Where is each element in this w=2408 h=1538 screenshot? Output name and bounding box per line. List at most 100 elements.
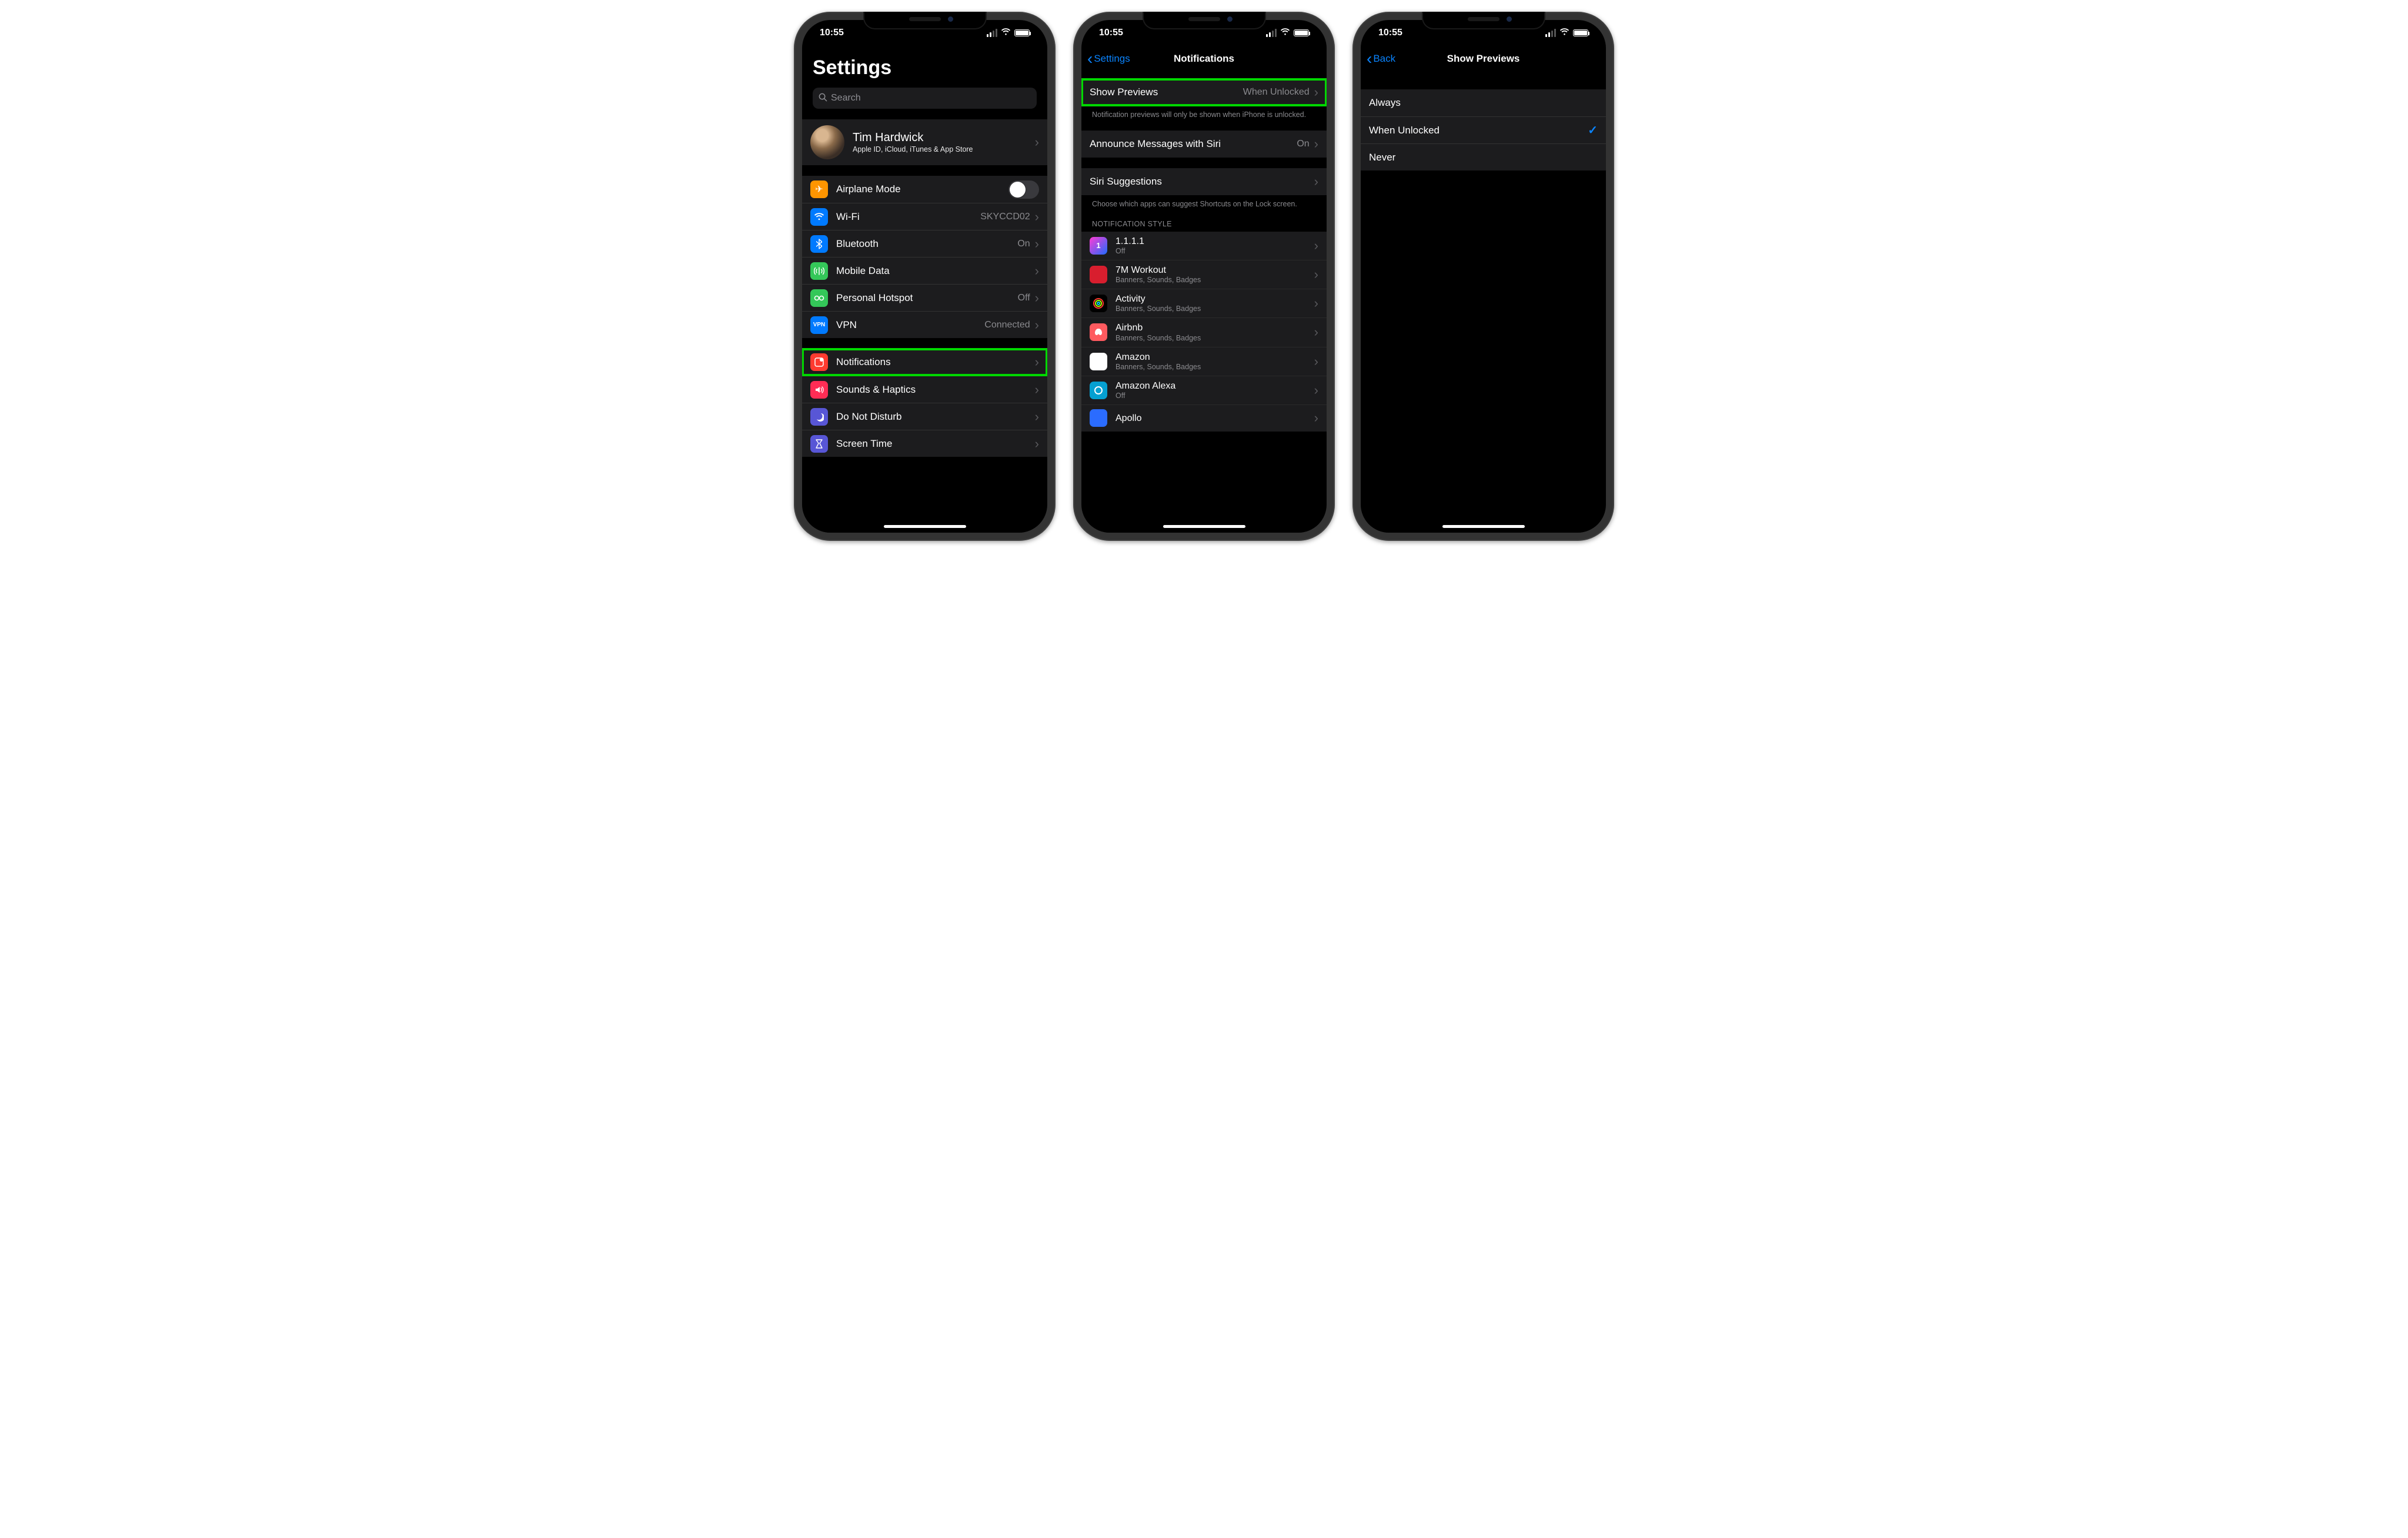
phone-frame-2: 10:55 ‹ Settings Notifications Show Prev… bbox=[1073, 12, 1335, 541]
hotspot-icon bbox=[810, 289, 828, 307]
app-row[interactable]: AmazonBanners, Sounds, Badges› bbox=[1081, 347, 1327, 376]
option-row[interactable]: Never bbox=[1361, 143, 1606, 170]
siri-footer: Choose which apps can suggest Shortcuts … bbox=[1081, 195, 1327, 209]
row-label: Notifications bbox=[836, 356, 1030, 368]
group-notifications: Notifications › Sounds & Haptics › Do No… bbox=[802, 349, 1047, 457]
content[interactable]: Show Previews When Unlocked › Notificati… bbox=[1081, 72, 1327, 533]
option-label: When Unlocked bbox=[1369, 125, 1588, 136]
avatar bbox=[810, 125, 844, 159]
app-icon bbox=[1090, 323, 1107, 341]
back-button[interactable]: ‹ Settings bbox=[1087, 46, 1130, 72]
app-row[interactable]: Amazon AlexaOff› bbox=[1081, 376, 1327, 404]
group-previews: Show Previews When Unlocked › bbox=[1081, 79, 1327, 106]
row-siri-suggestions[interactable]: Siri Suggestions › bbox=[1081, 168, 1327, 195]
chevron-right-icon: › bbox=[1035, 210, 1039, 223]
notch bbox=[863, 12, 987, 29]
phone-frame-3: 10:55 ‹ Back Show Previews Always When Un… bbox=[1352, 12, 1614, 541]
nav-title: Notifications bbox=[1174, 53, 1234, 65]
row-label: VPN bbox=[836, 319, 984, 331]
phone-frame-1: 10:55 Settings Search bbox=[794, 12, 1056, 541]
option-row[interactable]: Always bbox=[1361, 89, 1606, 116]
screen-show-previews: 10:55 ‹ Back Show Previews Always When Un… bbox=[1361, 20, 1606, 533]
row-airplane[interactable]: ✈︎ Airplane Mode bbox=[802, 176, 1047, 203]
app-name: Amazon bbox=[1116, 352, 1310, 363]
back-label: Settings bbox=[1094, 53, 1130, 65]
status-time: 10:55 bbox=[1099, 28, 1123, 38]
chevron-right-icon: › bbox=[1035, 238, 1039, 250]
row-label: Airplane Mode bbox=[836, 183, 1008, 195]
row-label: Mobile Data bbox=[836, 265, 1030, 277]
back-label: Back bbox=[1373, 53, 1395, 65]
signal-icon bbox=[1266, 29, 1277, 37]
bluetooth-icon bbox=[810, 235, 828, 253]
screentime-icon bbox=[810, 435, 828, 453]
search-icon bbox=[819, 93, 827, 104]
row-screentime[interactable]: Screen Time › bbox=[802, 430, 1047, 457]
wifi-icon bbox=[1280, 28, 1290, 38]
content[interactable]: Settings Search Tim Hardwick Apple ID, i… bbox=[802, 46, 1047, 533]
airplane-icon: ✈︎ bbox=[810, 180, 828, 198]
row-show-previews[interactable]: Show Previews When Unlocked › bbox=[1081, 79, 1327, 106]
status-time: 10:55 bbox=[820, 28, 844, 38]
row-label: Sounds & Haptics bbox=[836, 384, 1030, 396]
app-row[interactable]: ActivityBanners, Sounds, Badges› bbox=[1081, 289, 1327, 317]
row-hotspot[interactable]: Personal Hotspot Off › bbox=[802, 284, 1047, 311]
profile-row[interactable]: Tim Hardwick Apple ID, iCloud, iTunes & … bbox=[802, 119, 1047, 165]
row-sounds[interactable]: Sounds & Haptics › bbox=[802, 376, 1047, 403]
status-time: 10:55 bbox=[1378, 28, 1402, 38]
content[interactable]: Always When Unlocked✓Never bbox=[1361, 72, 1606, 533]
app-icon bbox=[1090, 353, 1107, 370]
chevron-right-icon: › bbox=[1314, 239, 1318, 252]
app-name: Activity bbox=[1116, 293, 1310, 305]
app-row[interactable]: Apollo› bbox=[1081, 404, 1327, 432]
screen-settings: 10:55 Settings Search bbox=[802, 20, 1047, 533]
nav-bar: ‹ Settings Notifications bbox=[1081, 46, 1327, 72]
row-label: Bluetooth bbox=[836, 238, 1017, 250]
row-notifications[interactable]: Notifications › bbox=[802, 349, 1047, 376]
app-name: Apollo bbox=[1116, 413, 1310, 424]
option-row[interactable]: When Unlocked✓ bbox=[1361, 116, 1606, 143]
row-value: Connected bbox=[984, 320, 1030, 330]
chevron-right-icon: › bbox=[1314, 138, 1318, 151]
back-button[interactable]: ‹ Back bbox=[1367, 46, 1395, 72]
app-row[interactable]: 7M WorkoutBanners, Sounds, Badges› bbox=[1081, 260, 1327, 289]
chevron-right-icon: › bbox=[1035, 265, 1039, 277]
chevron-right-icon: › bbox=[1314, 326, 1318, 339]
status-right bbox=[1266, 28, 1309, 38]
app-row[interactable]: AirbnbBanners, Sounds, Badges› bbox=[1081, 317, 1327, 346]
chevron-right-icon: › bbox=[1314, 268, 1318, 281]
search-input[interactable]: Search bbox=[813, 88, 1037, 109]
app-icon bbox=[1090, 409, 1107, 427]
airplane-toggle[interactable] bbox=[1008, 180, 1039, 199]
row-wifi[interactable]: Wi-Fi SKYCCD02 › bbox=[802, 203, 1047, 230]
chevron-right-icon: › bbox=[1314, 86, 1318, 99]
nav-bar: ‹ Back Show Previews bbox=[1361, 46, 1606, 72]
signal-icon bbox=[1545, 29, 1556, 37]
previews-footer: Notification previews will only be shown… bbox=[1081, 106, 1327, 120]
app-sub: Off bbox=[1116, 247, 1310, 256]
dnd-icon bbox=[810, 408, 828, 426]
app-row[interactable]: 11.1.1.1Off› bbox=[1081, 232, 1327, 260]
chevron-right-icon: › bbox=[1314, 355, 1318, 368]
row-label: Show Previews bbox=[1090, 86, 1243, 98]
row-dnd[interactable]: Do Not Disturb › bbox=[802, 403, 1047, 430]
search-placeholder: Search bbox=[831, 93, 861, 103]
home-indicator[interactable] bbox=[1163, 525, 1245, 528]
status-right bbox=[987, 28, 1030, 38]
chevron-right-icon: › bbox=[1314, 175, 1318, 188]
row-label: Do Not Disturb bbox=[836, 411, 1030, 423]
app-list: 11.1.1.1Off›7M WorkoutBanners, Sounds, B… bbox=[1081, 232, 1327, 432]
home-indicator[interactable] bbox=[1442, 525, 1525, 528]
chevron-right-icon: › bbox=[1035, 319, 1039, 332]
chevron-right-icon: › bbox=[1035, 437, 1039, 450]
row-mobile-data[interactable]: Mobile Data › bbox=[802, 257, 1047, 284]
row-announce[interactable]: Announce Messages with Siri On › bbox=[1081, 131, 1327, 158]
row-bluetooth[interactable]: Bluetooth On › bbox=[802, 230, 1047, 257]
nav-title: Show Previews bbox=[1447, 53, 1520, 65]
row-vpn[interactable]: VPN VPN Connected › bbox=[802, 311, 1047, 338]
option-label: Always bbox=[1369, 97, 1598, 109]
group-announce: Announce Messages with Siri On › bbox=[1081, 131, 1327, 158]
home-indicator[interactable] bbox=[884, 525, 966, 528]
style-header: Notification Style bbox=[1081, 209, 1327, 232]
row-value: Off bbox=[1018, 293, 1030, 303]
